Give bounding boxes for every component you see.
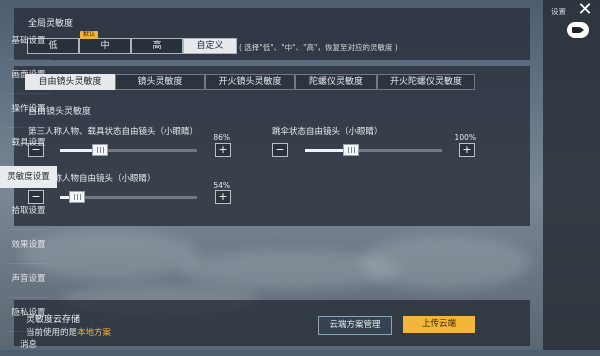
sidebar-title: 设置: [551, 7, 566, 16]
slider-label-parachute: 跳伞状态自由镜头（小眼睛）: [272, 127, 383, 137]
preset-medium-button[interactable]: 中: [79, 38, 131, 54]
background-cloud: [360, 235, 530, 290]
sidebar-item-controls[interactable]: 操作设置: [0, 98, 57, 120]
sidebar-item-privacy[interactable]: 隐私设置: [0, 302, 57, 324]
tab-fire-gyroscope[interactable]: 开火陀螺仪灵敏度: [377, 74, 475, 90]
sidebar-item-sensitivity[interactable]: 灵敏度设置: [0, 166, 57, 188]
sidebar-item-sound[interactable]: 声音设置: [0, 268, 57, 290]
settings-sidebar: [543, 0, 600, 350]
global-sensitivity-title: 全局灵敏度: [28, 19, 74, 29]
sidebar-item-vehicle[interactable]: 载具设置: [0, 132, 57, 154]
sidebar-divider: [6, 263, 51, 264]
sidebar-divider: [6, 127, 51, 128]
decrease-parachute-button[interactable]: −: [272, 143, 288, 157]
sidebar-divider: [6, 229, 51, 230]
sidebar-item-effects[interactable]: 效果设置: [0, 234, 57, 256]
increase-parachute-button[interactable]: +: [459, 143, 475, 157]
cloud-plan-manage-button[interactable]: 云端方案管理: [318, 316, 392, 335]
tab-gyroscope[interactable]: 陀螺仪灵敏度: [295, 74, 377, 90]
slider-track-parachute[interactable]: [305, 144, 442, 156]
sidebar-divider: [6, 297, 51, 298]
slider-value-first-person: 54%: [213, 181, 230, 190]
slider-track-first-person[interactable]: [60, 191, 197, 203]
cloud-status-value: 本地方案: [77, 328, 112, 338]
increase-first-person-button[interactable]: +: [215, 190, 231, 204]
tab-camera[interactable]: 镜头灵敏度: [115, 74, 205, 90]
preset-custom-button[interactable]: 自定义: [183, 38, 237, 54]
sidebar-item-pickup[interactable]: 拾取设置: [0, 200, 57, 222]
default-badge: 默认: [80, 31, 99, 39]
slider-value-parachute: 100%: [454, 133, 476, 142]
sidebar-item-graphics[interactable]: 画面设置: [0, 64, 57, 86]
sidebar-divider: [6, 93, 51, 94]
slider-value-third-person: 86%: [213, 133, 230, 142]
video-camera-icon[interactable]: [567, 22, 589, 38]
sidebar-divider: [6, 59, 51, 60]
slider-thumb-first-person[interactable]: [69, 191, 85, 203]
upload-cloud-button[interactable]: 上传云端: [403, 316, 475, 333]
slider-thumb-third-person[interactable]: [92, 144, 108, 156]
increase-third-person-button[interactable]: +: [215, 143, 231, 157]
tab-fire-camera[interactable]: 开火镜头灵敏度: [205, 74, 295, 90]
slider-thumb-parachute[interactable]: [343, 144, 359, 156]
close-icon[interactable]: ✕: [573, 0, 597, 20]
slider-track-third-person[interactable]: [60, 144, 197, 156]
sidebar-item-messages[interactable]: 消息: [0, 334, 57, 356]
preset-high-button[interactable]: 高: [131, 38, 183, 54]
sidebar-item-basic[interactable]: 基础设置: [0, 30, 57, 52]
preset-hint: ( 选择"低"、"中"、"高"，恢复至对应的灵敏度 ): [239, 43, 398, 52]
sidebar-divider: [6, 331, 51, 332]
